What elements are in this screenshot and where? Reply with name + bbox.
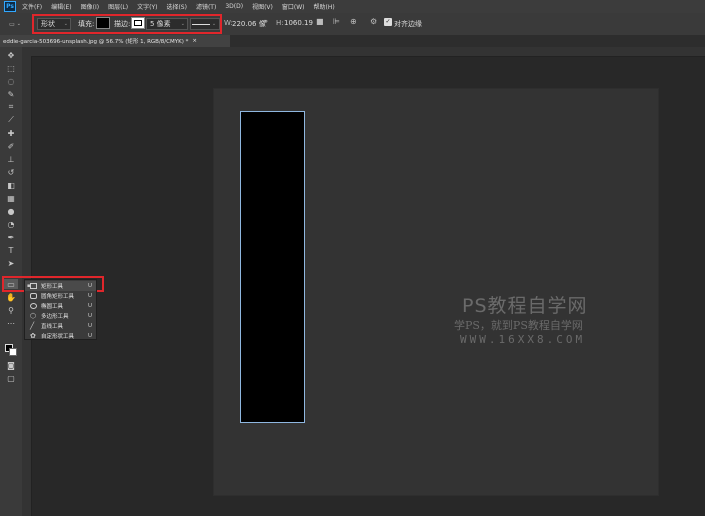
flyout-item-custom-shape[interactable]: ✿ 自定形状工具 U — [25, 331, 96, 341]
menu-bar: Ps 文件(F) 编辑(E) 图像(I) 图层(L) 文字(Y) 选择(S) 滤… — [0, 0, 705, 13]
menu-type[interactable]: 文字(Y) — [137, 2, 157, 11]
hand-tool-icon[interactable]: ✋ — [4, 292, 18, 302]
eraser-tool-icon[interactable]: ◧ — [4, 180, 18, 190]
flyout-item-label: 自定形状工具 — [41, 334, 75, 340]
stroke-width-input[interactable]: 5 像素 ⌄ — [146, 18, 188, 30]
flyout-item-label: 直线工具 — [41, 324, 64, 330]
gear-icon[interactable]: ⚙ — [370, 17, 377, 26]
document-tab[interactable]: eddie-garcia-503696-unsplash.jpg @ 56.7%… — [0, 35, 230, 47]
quick-mask-icon[interactable]: ◙ — [4, 360, 18, 370]
photoshop-logo-icon: Ps — [4, 1, 16, 12]
background-color-swatch[interactable] — [9, 348, 17, 356]
flyout-item-label: 多边形工具 — [41, 314, 69, 320]
flyout-item-shortcut: U — [87, 313, 92, 319]
move-tool-icon[interactable]: ✥ — [4, 50, 18, 60]
fill-label: 填充: — [78, 20, 95, 28]
flyout-item-shortcut: U — [87, 283, 92, 289]
menu-select[interactable]: 选择(S) — [166, 2, 187, 11]
mode-select[interactable]: 形状 ⌄ — [37, 18, 71, 30]
chevron-down-icon: ⌄ — [63, 21, 68, 27]
flyout-item-ellipse[interactable]: 椭圆工具 U — [25, 301, 96, 311]
watermark-title: PS教程自学网 — [462, 295, 588, 317]
path-alignment-icon[interactable]: ⊫ — [333, 17, 340, 26]
polygon-icon: ⬡ — [30, 312, 37, 320]
menu-filter[interactable]: 滤镜(T) — [196, 2, 216, 11]
document-tab-bar: eddie-garcia-503696-unsplash.jpg @ 56.7%… — [0, 35, 705, 47]
horizontal-ruler — [22, 47, 705, 57]
menu-help[interactable]: 帮助(H) — [314, 2, 335, 11]
clone-stamp-tool-icon[interactable]: ⊥ — [4, 154, 18, 164]
crop-tool-icon[interactable]: ⌗ — [4, 102, 18, 112]
quick-select-tool-icon[interactable]: ✎ — [4, 89, 18, 99]
stroke-color-swatch[interactable] — [131, 17, 145, 29]
width-input[interactable]: 220.06 像 — [232, 19, 266, 29]
history-brush-tool-icon[interactable]: ↺ — [4, 167, 18, 177]
type-tool-icon[interactable]: T — [4, 245, 18, 255]
menu-3d[interactable]: 3D(D) — [225, 3, 243, 10]
path-operations-icon[interactable]: ■ — [316, 17, 324, 26]
stroke-type-select[interactable]: ⌄ — [190, 18, 220, 30]
zoom-tool-icon[interactable]: ⚲ — [4, 305, 18, 315]
custom-shape-icon: ✿ — [30, 332, 36, 340]
chevron-down-icon: ⌄ — [180, 21, 185, 27]
watermark-url: WWW.16XX8.COM — [460, 333, 586, 346]
flyout-item-shortcut: U — [87, 293, 92, 299]
ellipse-icon — [30, 303, 37, 309]
rectangle-tool-icon: ▭ — [9, 20, 15, 28]
flyout-item-shortcut: U — [87, 303, 92, 309]
more-tools-icon[interactable]: ⋯ — [4, 318, 18, 328]
rounded-rectangle-icon — [30, 293, 37, 299]
document-tab-title: eddie-garcia-503696-unsplash.jpg @ 56.7%… — [3, 39, 189, 45]
height-label: H: — [276, 19, 284, 27]
selected-indicator-icon: ▪ — [27, 283, 31, 289]
menu-view[interactable]: 视图(V) — [252, 2, 273, 11]
close-icon[interactable]: × — [192, 38, 197, 44]
menu-file[interactable]: 文件(F) — [22, 2, 42, 11]
stroke-line-icon — [191, 23, 210, 25]
line-icon: ╱ — [30, 322, 35, 330]
chevron-down-icon: ⌄ — [16, 21, 21, 27]
gradient-tool-icon[interactable]: ▦ — [4, 193, 18, 203]
align-edges-label: 对齐边缘 — [394, 20, 422, 28]
flyout-item-rectangle[interactable]: ▪ 矩形工具 U — [25, 281, 96, 291]
flyout-item-label: 矩形工具 — [41, 284, 64, 290]
stroke-label: 描边: — [114, 20, 131, 28]
stroke-width-value: 5 像素 — [150, 20, 171, 28]
marquee-tool-icon[interactable]: ⬚ — [4, 63, 18, 73]
flyout-item-shortcut: U — [87, 333, 92, 339]
dodge-tool-icon[interactable]: ◔ — [4, 219, 18, 229]
tool-preset-picker[interactable]: ▭ ⌄ — [3, 17, 27, 31]
eyedropper-tool-icon[interactable]: ⟋ — [4, 115, 18, 125]
fill-color-swatch[interactable] — [96, 17, 110, 29]
rectangle-shape[interactable] — [240, 111, 305, 423]
chevron-down-icon: ⌄ — [211, 21, 217, 27]
mode-value: 形状 — [41, 20, 55, 28]
menu-edit[interactable]: 编辑(E) — [51, 2, 71, 11]
flyout-item-rounded-rectangle[interactable]: 圆角矩形工具 U — [25, 291, 96, 301]
path-arrangement-icon[interactable]: ⊕ — [350, 17, 357, 26]
flyout-item-label: 圆角矩形工具 — [41, 294, 75, 300]
menu-window[interactable]: 窗口(W) — [282, 2, 305, 11]
flyout-item-polygon[interactable]: ⬡ 多边形工具 U — [25, 311, 96, 321]
flyout-item-label: 椭圆工具 — [41, 304, 64, 310]
flyout-item-line[interactable]: ╱ 直线工具 U — [25, 321, 96, 331]
rectangle-icon — [30, 283, 37, 289]
menu-layer[interactable]: 图层(L) — [108, 2, 128, 11]
shape-tool-flyout: ▪ 矩形工具 U 圆角矩形工具 U 椭圆工具 U ⬡ 多边形工具 U ╱ 直线工… — [24, 279, 97, 340]
pen-tool-icon[interactable]: ✒ — [4, 232, 18, 242]
brush-tool-icon[interactable]: ✐ — [4, 141, 18, 151]
height-input[interactable]: 1060.19 — [284, 19, 313, 27]
path-selection-tool-icon[interactable]: ➤ — [4, 258, 18, 268]
flyout-item-shortcut: U — [87, 323, 92, 329]
link-icon[interactable]: ⚭ — [262, 17, 269, 26]
healing-brush-tool-icon[interactable]: ✚ — [4, 128, 18, 138]
watermark-subtitle: 学PS，就到PS教程自学网 — [454, 319, 583, 332]
lasso-tool-icon[interactable]: ◌ — [4, 76, 18, 86]
align-edges-checkbox[interactable]: ✓ — [384, 18, 392, 26]
blur-tool-icon[interactable]: ● — [4, 206, 18, 216]
screen-mode-icon[interactable]: ▢ — [4, 373, 18, 383]
menu-image[interactable]: 图像(I) — [81, 2, 99, 11]
